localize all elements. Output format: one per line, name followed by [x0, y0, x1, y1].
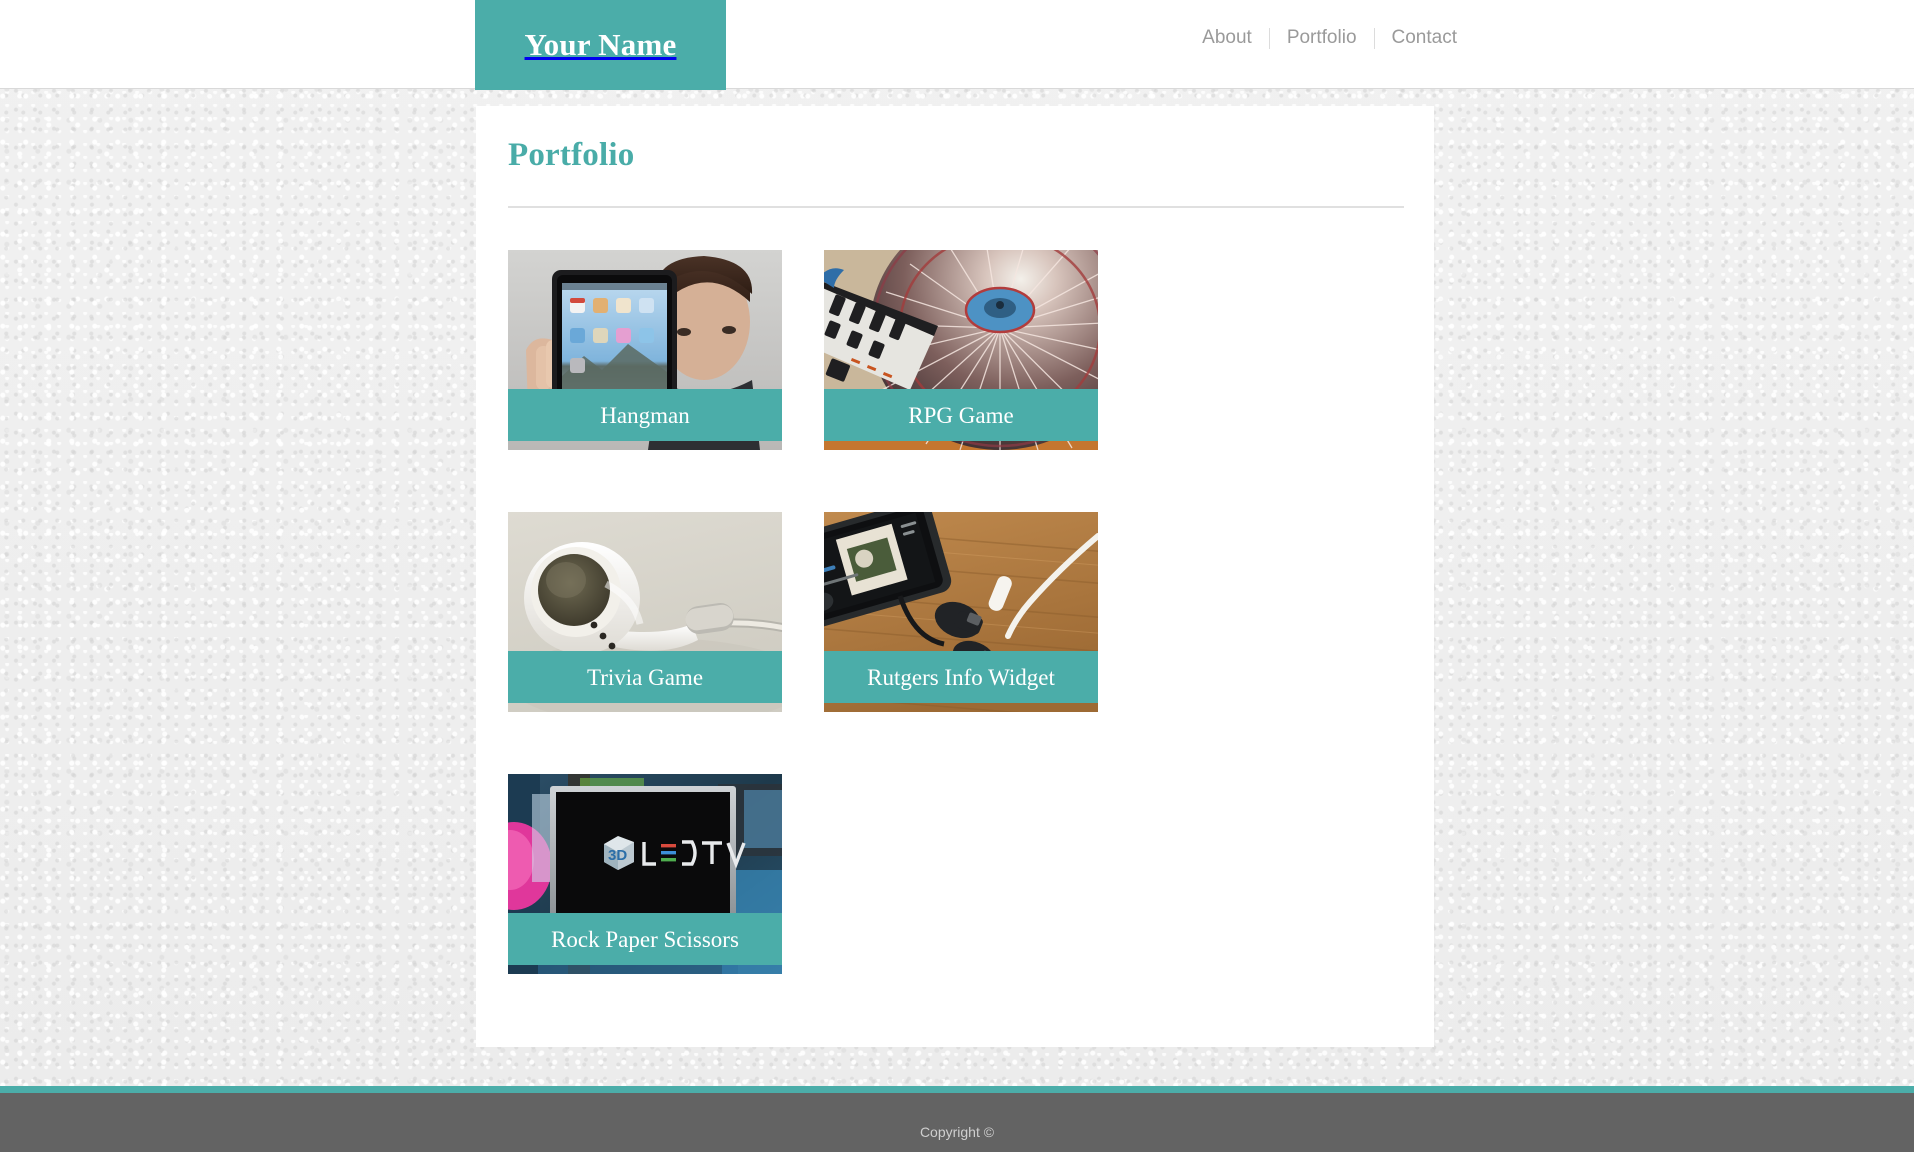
portfolio-item-label: RPG Game — [908, 402, 1014, 428]
portfolio-item-hangman[interactable]: Hangman — [508, 250, 782, 450]
copyright-text: Copyright © — [919, 1124, 995, 1140]
svg-text:3D: 3D — [608, 847, 627, 864]
site-footer: Copyright © — [0, 1086, 1914, 1152]
page-title: Portfolio — [508, 137, 635, 173]
site-header: Your Name About Portfolio Contact — [0, 0, 1914, 90]
nav-item-contact[interactable]: Contact — [1375, 27, 1474, 49]
portfolio-item-label: Rock Paper Scissors — [551, 926, 739, 952]
main-navigation: About Portfolio Contact — [1185, 27, 1474, 49]
content-card: Portfolio Hangman RPG Game Trivia Game R… — [476, 106, 1434, 1047]
nav-item-about[interactable]: About — [1185, 27, 1269, 49]
site-logo[interactable]: Your Name — [475, 0, 726, 90]
portfolio-item-caption: RPG Game — [824, 389, 1098, 441]
portfolio-grid: Hangman RPG Game Trivia Game Rutgers Inf… — [508, 250, 1404, 1036]
portfolio-item-rpg-game[interactable]: RPG Game — [824, 250, 1098, 450]
portfolio-item-label: Hangman — [600, 402, 690, 428]
portfolio-item-label: Rutgers Info Widget — [867, 664, 1055, 690]
portfolio-item-rutgers-info-widget[interactable]: Rutgers Info Widget — [824, 512, 1098, 712]
title-divider — [508, 206, 1404, 208]
site-logo-label: Your Name — [524, 27, 677, 62]
portfolio-item-rock-paper-scissors[interactable]: 3D Rock Paper Scissors — [508, 774, 782, 974]
portfolio-item-caption: Rock Paper Scissors — [508, 913, 782, 965]
portfolio-item-label: Trivia Game — [586, 664, 704, 690]
portfolio-item-caption: Rutgers Info Widget — [824, 651, 1098, 703]
portfolio-item-caption: Trivia Game — [508, 651, 782, 703]
portfolio-item-caption: Hangman — [508, 389, 782, 441]
nav-item-portfolio[interactable]: Portfolio — [1270, 27, 1374, 49]
portfolio-item-trivia-game[interactable]: Trivia Game — [508, 512, 782, 712]
